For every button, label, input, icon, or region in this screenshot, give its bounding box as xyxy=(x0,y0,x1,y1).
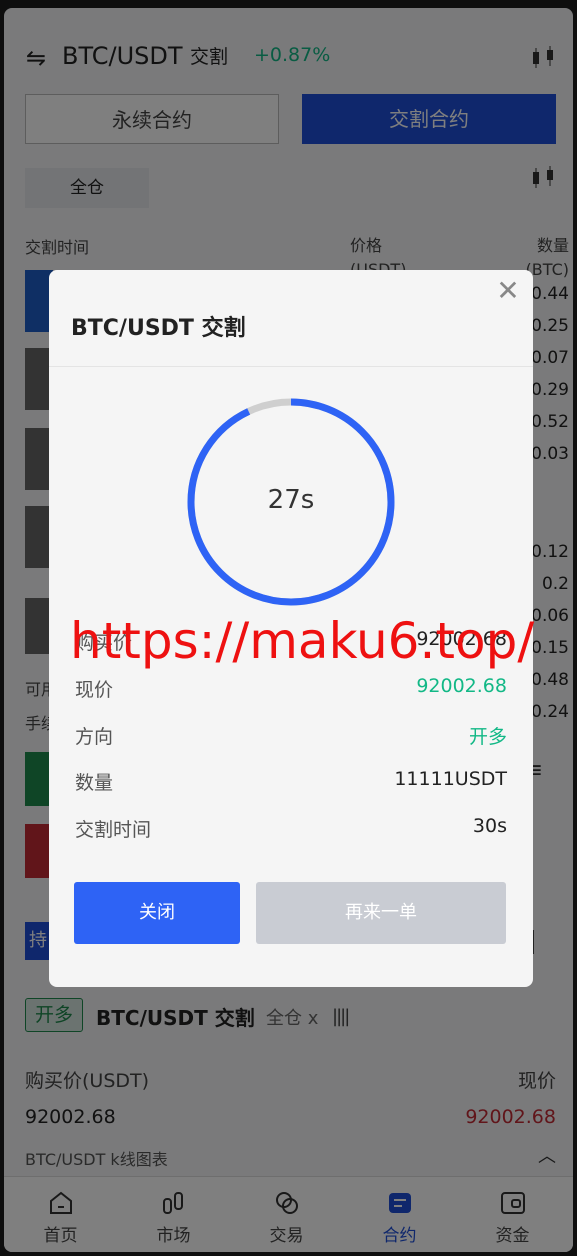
quantity-value: 11111USDT xyxy=(394,768,507,790)
delivery-time-value: 30s xyxy=(472,815,507,837)
modal-divider xyxy=(49,366,533,367)
quantity-label: 数量 xyxy=(75,772,114,794)
order-again-button[interactable]: 再来一单 xyxy=(256,882,506,944)
current-price-label: 现价 xyxy=(75,679,114,701)
close-icon[interactable]: ✕ xyxy=(493,276,523,306)
countdown-text: 27s xyxy=(267,485,315,515)
direction-value: 开多 xyxy=(468,726,507,748)
current-price-value: 92002.68 xyxy=(416,675,507,697)
delivery-time-label: 交割时间 xyxy=(75,819,152,841)
direction-label: 方向 xyxy=(75,726,114,748)
watermark-text: https://maku6.top/ xyxy=(70,612,535,670)
modal-title: BTC/USDT 交割 xyxy=(71,316,246,341)
close-button[interactable]: 关闭 xyxy=(74,882,240,944)
